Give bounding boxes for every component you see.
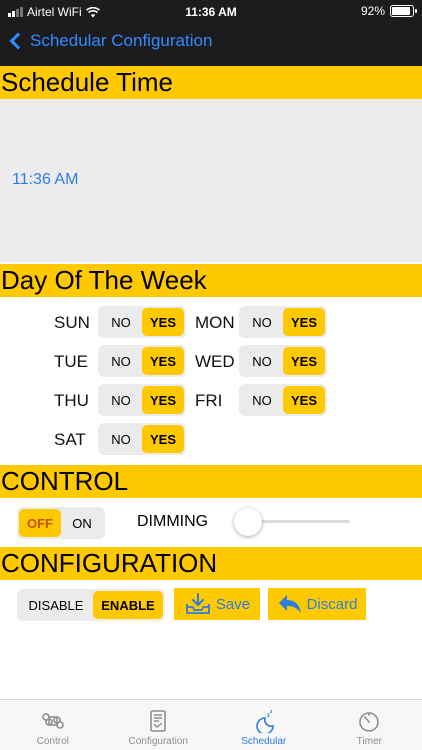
day-toggle-sun: NO YES (98, 306, 186, 338)
day-toggle-thu: NO YES (98, 384, 186, 416)
command-icon (41, 713, 64, 729)
save-tray-icon (185, 593, 210, 614)
document-icon (150, 710, 167, 732)
tab-label: Schedular (241, 736, 287, 747)
day-yes-option[interactable]: YES (142, 347, 184, 375)
day-label-mon: MON (195, 313, 235, 332)
day-yes-option[interactable]: YES (283, 347, 325, 375)
day-yes-option[interactable]: YES (142, 425, 184, 453)
save-button-label: Save (215, 595, 251, 613)
power-on-option[interactable]: ON (61, 509, 103, 537)
discard-button-label: Discard (306, 595, 358, 613)
day-no-option[interactable]: NO (241, 347, 283, 375)
tab-label: Timer (356, 736, 382, 747)
day-no-option[interactable]: NO (241, 386, 283, 414)
configuration-header: CONFIGURATION (0, 547, 422, 580)
day-no-option[interactable]: NO (241, 308, 283, 336)
day-yes-option[interactable]: YES (283, 308, 325, 336)
navigation-bar: Schedular Configuration (0, 24, 422, 66)
tab-label: Control (36, 736, 69, 747)
tab-timer[interactable]: Timer (317, 700, 422, 750)
status-time: 11:36 AM (185, 5, 237, 19)
save-button[interactable]: Save (174, 588, 260, 620)
chevron-left-icon (9, 32, 27, 50)
schedule-time-value[interactable]: 11:36 AM (12, 171, 78, 189)
day-yes-option[interactable]: YES (283, 386, 325, 414)
day-label-wed: WED (195, 352, 235, 371)
tab-label: Configuration (128, 736, 188, 747)
status-right: 92% (360, 4, 417, 18)
moon-sleep-icon: z z (255, 709, 274, 733)
timer-icon (359, 712, 380, 732)
day-no-option[interactable]: NO (100, 308, 142, 336)
day-toggle-mon: NO YES (239, 306, 327, 338)
enable-option[interactable]: ENABLE (93, 591, 163, 619)
day-yes-option[interactable]: YES (142, 308, 184, 336)
back-button[interactable]: Schedular Configuration (8, 31, 212, 51)
day-label-fri: FRI (195, 391, 223, 410)
schedule-time-header: Schedule Time (0, 66, 422, 99)
undo-arrow-icon (278, 595, 301, 613)
battery-percent: 92% (360, 4, 385, 18)
battery-icon (390, 5, 417, 17)
tab-control[interactable]: Control (0, 700, 106, 750)
dimming-slider-thumb[interactable] (234, 508, 262, 536)
day-no-option[interactable]: NO (100, 347, 142, 375)
day-toggle-wed: NO YES (239, 345, 327, 377)
tab-schedular[interactable]: z z Schedular (211, 700, 317, 750)
back-button-label: Schedular Configuration (30, 31, 213, 50)
day-yes-option[interactable]: YES (142, 386, 184, 414)
power-toggle: OFF ON (17, 507, 105, 539)
day-of-week-header: Day Of The Week (0, 264, 422, 297)
day-label-thu: THU (54, 391, 89, 410)
status-bar: Airtel WiFi 11:36 AM 92% (0, 0, 422, 24)
dimming-label: DIMMING (137, 513, 209, 530)
svg-text:z: z (270, 709, 273, 715)
dimming-slider[interactable] (234, 508, 350, 536)
discard-button[interactable]: Discard (268, 588, 366, 620)
day-toggle-fri: NO YES (239, 384, 327, 416)
disable-option[interactable]: DISABLE (19, 591, 93, 619)
day-label-sun: SUN (54, 313, 90, 332)
time-picker-area: 11:36 AM (0, 99, 422, 262)
control-header: CONTROL (0, 465, 422, 498)
day-label-sat: SAT (54, 430, 86, 449)
day-label-tue: TUE (54, 352, 88, 371)
tab-bar: Control Configuration z z Schedular Time… (0, 699, 422, 750)
tab-configuration[interactable]: Configuration (106, 700, 212, 750)
day-no-option[interactable]: NO (100, 425, 142, 453)
power-off-option[interactable]: OFF (19, 509, 61, 537)
day-toggle-sat: NO YES (98, 423, 186, 455)
day-toggle-tue: NO YES (98, 345, 186, 377)
day-no-option[interactable]: NO (100, 386, 142, 414)
enable-toggle: DISABLE ENABLE (17, 589, 165, 621)
